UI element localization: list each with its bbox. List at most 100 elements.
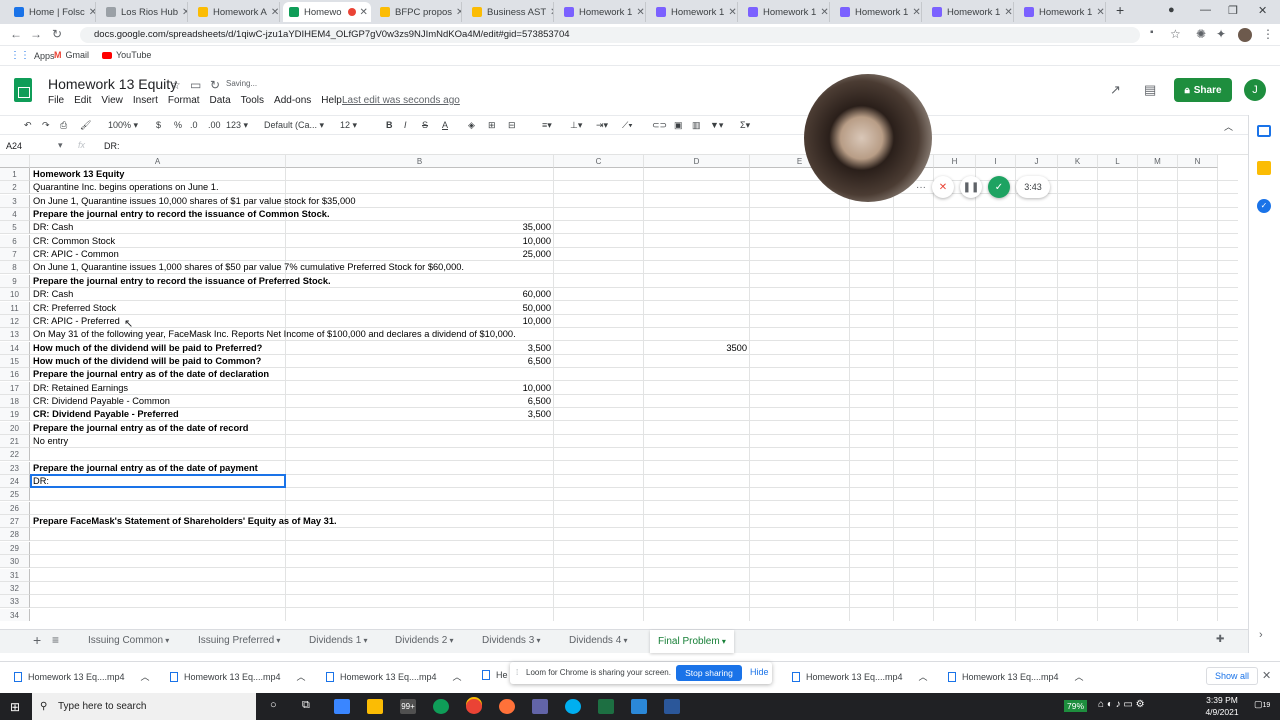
task-view-icon[interactable]: ⧉ bbox=[302, 699, 310, 712]
skype-icon[interactable] bbox=[565, 699, 581, 714]
explore-icon[interactable]: ✚ bbox=[1216, 634, 1224, 645]
system-tray-icons[interactable]: ⌂ ◐ ♪ ▭ ⚙ bbox=[1098, 699, 1145, 710]
cell-a[interactable]: CR: Dividend Payable - Preferred bbox=[30, 408, 182, 421]
excel-icon[interactable] bbox=[598, 699, 614, 714]
menu-insert[interactable]: Insert bbox=[133, 95, 158, 109]
row-header[interactable]: 34 bbox=[0, 608, 30, 621]
clock-time[interactable]: 3:39 PM bbox=[1196, 695, 1248, 705]
browser-tab[interactable]: BFPC propos✕ bbox=[374, 2, 462, 22]
webcam-bubble[interactable] bbox=[804, 74, 932, 202]
keep-icon[interactable] bbox=[1257, 161, 1271, 175]
show-all-button[interactable]: Show all bbox=[1206, 667, 1259, 685]
row-header[interactable]: 6 bbox=[0, 234, 30, 248]
column-header[interactable]: I bbox=[976, 155, 1016, 168]
menu-file[interactable]: File bbox=[48, 95, 64, 109]
row-header[interactable]: 24 bbox=[0, 475, 30, 489]
cell-a[interactable]: Prepare the journal entry as of the date… bbox=[30, 422, 251, 435]
sheet-tab-menu-icon[interactable]: ▾ bbox=[274, 636, 280, 645]
cell-a[interactable] bbox=[30, 488, 36, 501]
browser-tab[interactable]: Homework 1 ✕ bbox=[834, 2, 922, 22]
name-box[interactable]: A24 bbox=[6, 141, 22, 151]
row-header[interactable]: 22 bbox=[0, 448, 30, 462]
close-tab-icon[interactable]: ✕ bbox=[632, 7, 644, 18]
menu-format[interactable]: Format bbox=[168, 95, 200, 109]
cell-a[interactable] bbox=[30, 542, 36, 555]
user-avatar[interactable]: J bbox=[1244, 79, 1266, 101]
close-window-icon[interactable]: ✕ bbox=[1258, 4, 1267, 17]
activity-trend-icon[interactable]: ↗ bbox=[1110, 82, 1121, 98]
download-item[interactable]: Homework 13 Eq....mp4 ︿ bbox=[948, 670, 1084, 683]
browser-tab[interactable]: Homework 1 ✕ bbox=[558, 2, 646, 22]
close-downloads-icon[interactable]: ✕ bbox=[1262, 669, 1271, 682]
maximize-icon[interactable]: ❐ bbox=[1228, 4, 1238, 17]
chevron-up-icon[interactable]: ︿ bbox=[141, 670, 150, 683]
close-tab-icon[interactable]: ✕ bbox=[908, 7, 920, 18]
paint-format-icon[interactable]: 🖌︎ bbox=[80, 120, 91, 131]
close-tab-icon[interactable]: ✕ bbox=[178, 7, 187, 18]
column-header[interactable]: M bbox=[1138, 155, 1178, 168]
sheet-tab-menu-icon[interactable]: ▾ bbox=[447, 636, 453, 645]
firefox-icon[interactable] bbox=[499, 699, 515, 714]
notifications-icon[interactable]: ▢19 bbox=[1254, 699, 1270, 710]
italic-icon[interactable]: I bbox=[404, 120, 407, 130]
sheet-tab-menu-icon[interactable]: ▾ bbox=[163, 636, 169, 645]
row-header[interactable]: 16 bbox=[0, 368, 30, 382]
chevron-up-icon[interactable]: ︿ bbox=[1075, 670, 1084, 683]
font-select[interactable]: Default (Ca... ▾ bbox=[264, 120, 324, 131]
cell-a[interactable]: Prepare the journal entry to record the … bbox=[30, 275, 334, 288]
chevron-up-icon[interactable]: ︿ bbox=[453, 670, 462, 683]
more-options-icon[interactable]: ··· bbox=[916, 182, 926, 193]
document-title[interactable]: Homework 13 Equity bbox=[48, 76, 177, 92]
menu-edit[interactable]: Edit bbox=[74, 95, 91, 109]
row-header[interactable]: 32 bbox=[0, 581, 30, 595]
new-tab-icon[interactable]: + bbox=[1116, 2, 1124, 18]
row-header[interactable]: 4 bbox=[0, 208, 30, 222]
row-header[interactable]: 29 bbox=[0, 541, 30, 555]
minimize-icon[interactable]: — bbox=[1200, 4, 1211, 16]
store-app-icon[interactable] bbox=[334, 699, 350, 714]
close-tab-icon[interactable]: ✕ bbox=[1092, 7, 1104, 18]
download-item[interactable]: He bbox=[482, 670, 508, 680]
row-header[interactable]: 8 bbox=[0, 261, 30, 275]
column-header[interactable]: C bbox=[554, 155, 644, 168]
row-header[interactable]: 10 bbox=[0, 288, 30, 302]
expand-panel-icon[interactable]: › bbox=[1259, 629, 1263, 641]
cell-a[interactable]: Prepare the journal entry to record the … bbox=[30, 208, 333, 221]
browser-tab[interactable]: Homework 1 ✕ bbox=[926, 2, 1014, 22]
cell-b[interactable]: 60,000 bbox=[286, 288, 554, 301]
column-header[interactable]: J bbox=[1016, 155, 1058, 168]
row-header[interactable]: 28 bbox=[0, 528, 30, 542]
sheet-tab[interactable]: Issuing Common ▾ bbox=[88, 635, 169, 646]
taskbar-search[interactable]: ⚲ Type here to search bbox=[32, 693, 256, 720]
hide-button[interactable]: Hide bbox=[750, 667, 769, 677]
chrome-icon[interactable] bbox=[466, 699, 482, 714]
browser-tab[interactable]: Home | Folsc✕ bbox=[8, 2, 96, 22]
cell-a[interactable]: DR: Retained Earnings bbox=[30, 382, 131, 395]
cell-a[interactable]: Homework 13 Equity bbox=[30, 168, 127, 181]
text-rotation-icon[interactable]: ⟋▾ bbox=[622, 120, 633, 131]
back-icon[interactable]: ← bbox=[10, 27, 22, 41]
menu-add-ons[interactable]: Add-ons bbox=[274, 95, 311, 109]
cell-b[interactable]: 10,000 bbox=[286, 235, 554, 248]
menu-view[interactable]: View bbox=[101, 95, 123, 109]
row-header[interactable]: 18 bbox=[0, 394, 30, 408]
cell-a[interactable]: CR: Dividend Payable - Common bbox=[30, 395, 173, 408]
column-header[interactable]: A bbox=[30, 155, 286, 168]
finish-recording-icon[interactable]: ✓ bbox=[988, 176, 1010, 198]
cell-a[interactable] bbox=[30, 528, 36, 541]
close-tab-icon[interactable]: ✕ bbox=[356, 7, 368, 18]
browser-tab[interactable]: Business AST✕ bbox=[466, 2, 554, 22]
star-icon[interactable]: ☆ bbox=[170, 78, 181, 92]
collapse-menu-icon[interactable]: ︿ bbox=[1224, 120, 1233, 133]
close-tab-icon[interactable]: ✕ bbox=[816, 7, 828, 18]
row-header[interactable]: 20 bbox=[0, 421, 30, 435]
last-edit-link[interactable]: Last edit was seconds ago bbox=[342, 95, 460, 106]
row-header[interactable]: 30 bbox=[0, 555, 30, 569]
chevron-up-icon[interactable]: ︿ bbox=[297, 670, 306, 683]
insert-link-icon[interactable]: ⊂⊃ bbox=[652, 120, 667, 131]
chrome-menu-icon[interactable]: ⋮ bbox=[1262, 27, 1274, 41]
cortana-icon[interactable]: ○ bbox=[270, 699, 277, 711]
bookmark-youtube[interactable]: YouTube bbox=[102, 50, 151, 60]
cell-b[interactable]: 10,000 bbox=[286, 382, 554, 395]
row-header[interactable]: 9 bbox=[0, 274, 30, 288]
